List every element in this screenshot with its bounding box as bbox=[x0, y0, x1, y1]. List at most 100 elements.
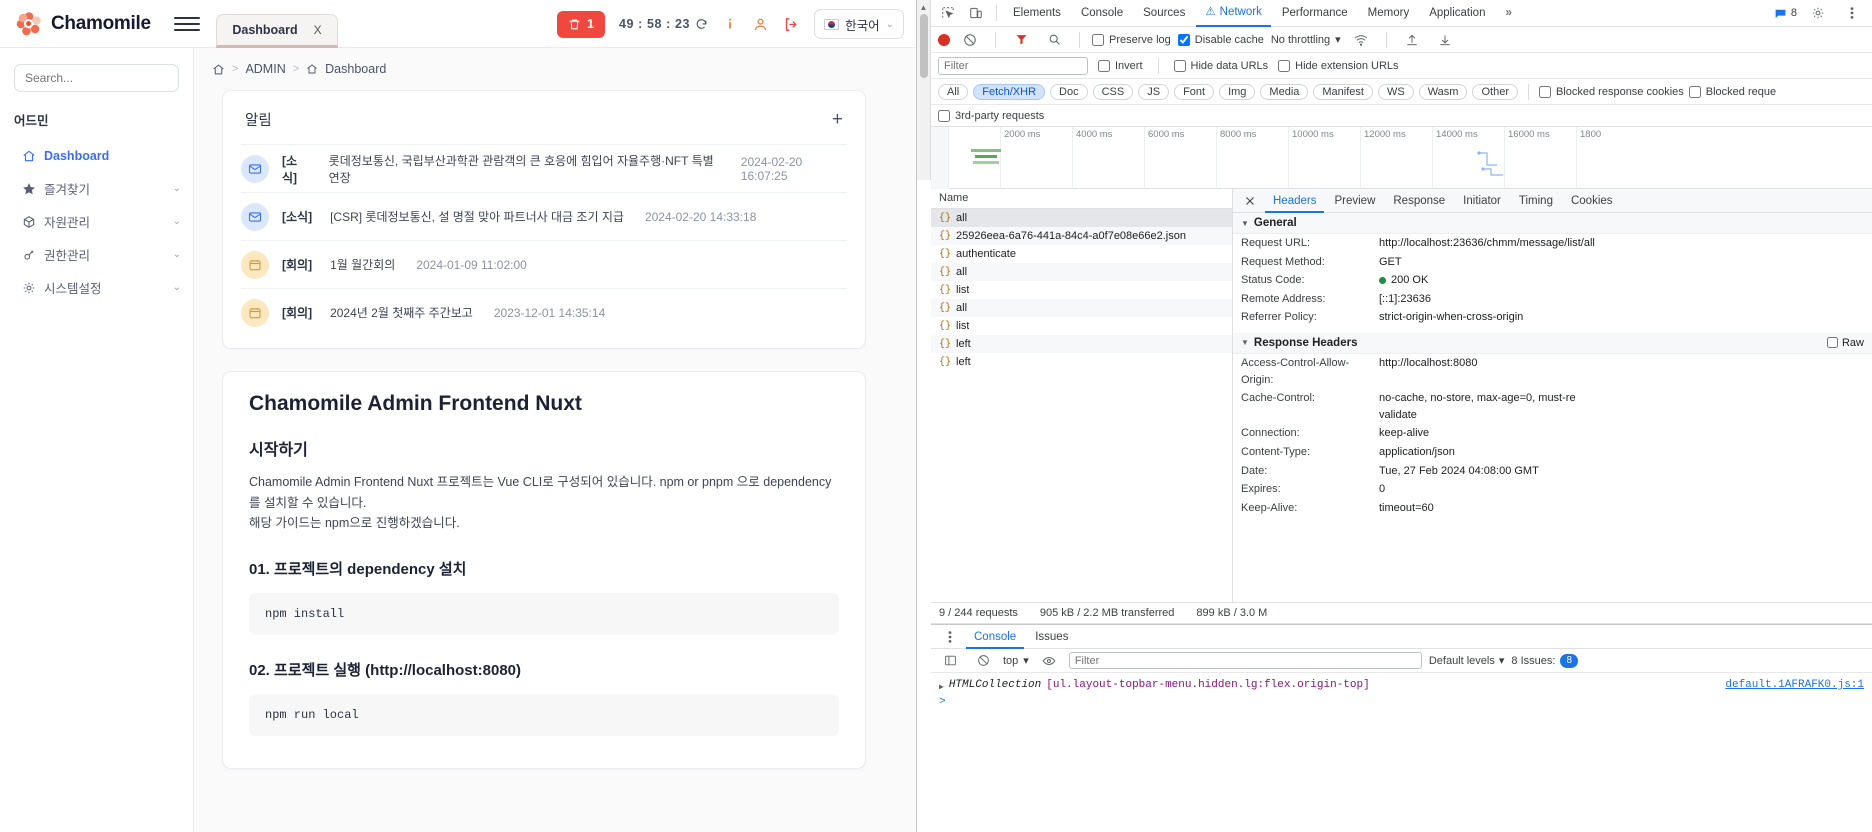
raw-input[interactable] bbox=[1826, 337, 1838, 349]
detail-tab-timing[interactable]: Timing bbox=[1511, 189, 1561, 213]
settings-gear-icon[interactable] bbox=[1805, 1, 1831, 25]
raw-toggle[interactable]: Raw bbox=[1826, 337, 1864, 349]
invert-input[interactable] bbox=[1098, 59, 1110, 72]
close-icon[interactable] bbox=[1237, 189, 1263, 213]
preserve-log-checkbox[interactable]: Preserve log bbox=[1092, 33, 1171, 46]
export-har-icon[interactable] bbox=[1432, 28, 1458, 52]
detail-tab-headers[interactable]: Headers bbox=[1265, 189, 1325, 213]
sidebar-item-permissions[interactable]: 권한관리 ⌄ bbox=[0, 238, 193, 271]
sidebar-item-dashboard[interactable]: Dashboard bbox=[0, 139, 193, 172]
info-button[interactable] bbox=[722, 16, 738, 32]
console-log-entry[interactable]: ▶ HTMLCollection [ul.layout-topbar-menu.… bbox=[931, 677, 1872, 694]
requests-column-header[interactable]: Name bbox=[931, 189, 1232, 209]
network-timeline[interactable]: 2000 ms 4000 ms 6000 ms 8000 ms 10000 ms… bbox=[931, 127, 1872, 189]
table-row[interactable]: {} left bbox=[931, 335, 1232, 353]
third-party-input[interactable] bbox=[938, 109, 950, 122]
type-filter-css[interactable]: CSS bbox=[1092, 83, 1134, 100]
close-icon[interactable]: X bbox=[314, 23, 322, 37]
console-context-select[interactable]: top ▾ bbox=[1003, 654, 1029, 668]
tab-sources[interactable]: Sources bbox=[1134, 0, 1194, 27]
network-conditions-icon[interactable] bbox=[1348, 28, 1374, 52]
clear-button[interactable] bbox=[957, 28, 983, 52]
issues-chip[interactable]: 8 Issues: 8 bbox=[1511, 653, 1578, 668]
devtools-menu-icon[interactable] bbox=[1839, 1, 1865, 25]
page-scrollbar[interactable]: ▲ bbox=[917, 0, 931, 180]
table-row[interactable]: {} left bbox=[931, 353, 1232, 371]
tab-dashboard[interactable]: Dashboard X bbox=[216, 13, 338, 48]
list-item[interactable]: [회의] 1월 월간회의 2024-01-09 11:02:00 bbox=[241, 240, 847, 288]
scroll-up-icon[interactable]: ▲ bbox=[917, 0, 930, 12]
detail-tab-initiator[interactable]: Initiator bbox=[1455, 189, 1509, 213]
table-row[interactable]: {} all bbox=[931, 209, 1232, 227]
tab-performance[interactable]: Performance bbox=[1273, 0, 1357, 27]
clear-console-icon[interactable] bbox=[970, 649, 996, 673]
device-toolbar-icon[interactable] bbox=[963, 1, 989, 25]
inspect-element-icon[interactable] bbox=[935, 1, 961, 25]
search-icon[interactable] bbox=[1041, 28, 1067, 52]
sidebar-item-favorites[interactable]: 즐겨찾기 ⌄ bbox=[0, 172, 193, 205]
type-filter-ws[interactable]: WS bbox=[1377, 83, 1414, 100]
disable-cache-checkbox[interactable]: Disable cache bbox=[1177, 33, 1264, 46]
drawer-tab-console[interactable]: Console bbox=[966, 625, 1025, 649]
console-levels-select[interactable]: Default levels ▾ bbox=[1429, 654, 1505, 668]
tab-network[interactable]: ⚠ Network bbox=[1196, 0, 1271, 27]
hide-data-urls-input[interactable] bbox=[1173, 59, 1186, 72]
console-sidebar-icon[interactable] bbox=[937, 649, 963, 673]
hide-extension-urls-checkbox[interactable]: Hide extension URLs bbox=[1278, 59, 1399, 72]
type-filter-all[interactable]: All bbox=[938, 83, 969, 100]
logout-button[interactable] bbox=[783, 16, 800, 33]
preserve-log-input[interactable] bbox=[1092, 33, 1104, 46]
table-row[interactable]: {} all bbox=[931, 263, 1232, 281]
type-filter-fetch-xhr[interactable]: Fetch/XHR bbox=[973, 83, 1046, 100]
expand-arrow-icon[interactable]: ▶ bbox=[939, 679, 944, 692]
disable-cache-input[interactable] bbox=[1177, 33, 1190, 46]
type-filter-manifest[interactable]: Manifest bbox=[1313, 83, 1373, 100]
list-item[interactable]: [회의] 2024년 2월 첫째주 주간보고 2023-12-01 14:35:… bbox=[241, 288, 847, 336]
eye-icon[interactable] bbox=[1036, 649, 1062, 673]
tab-application[interactable]: Application bbox=[1420, 0, 1494, 27]
messages-badge[interactable]: 8 bbox=[1774, 7, 1797, 20]
more-tabs-icon[interactable]: » bbox=[1496, 0, 1520, 27]
table-row[interactable]: {} authenticate bbox=[931, 245, 1232, 263]
third-party-checkbox[interactable]: 3rd-party requests bbox=[938, 109, 1044, 122]
network-filter-input[interactable] bbox=[938, 56, 1088, 75]
hide-data-urls-checkbox[interactable]: Hide data URLs bbox=[1173, 59, 1268, 72]
language-select[interactable]: 한국어 ⌄ bbox=[814, 9, 904, 39]
import-har-icon[interactable] bbox=[1399, 28, 1425, 52]
search-input[interactable] bbox=[14, 64, 179, 92]
drawer-menu-icon[interactable] bbox=[937, 625, 963, 649]
add-notice-button[interactable]: + bbox=[832, 110, 843, 129]
type-filter-wasm[interactable]: Wasm bbox=[1418, 83, 1468, 100]
tab-elements[interactable]: Elements bbox=[1004, 0, 1070, 27]
general-section-header[interactable]: ▼ General bbox=[1233, 213, 1872, 234]
detail-tab-cookies[interactable]: Cookies bbox=[1563, 189, 1621, 213]
detail-tab-preview[interactable]: Preview bbox=[1326, 189, 1383, 213]
console-filter-input[interactable] bbox=[1068, 652, 1422, 669]
type-filter-doc[interactable]: Doc bbox=[1050, 83, 1088, 100]
record-button[interactable] bbox=[938, 33, 950, 46]
blocked-response-cookies-input[interactable] bbox=[1538, 85, 1551, 98]
tab-console[interactable]: Console bbox=[1072, 0, 1132, 27]
blocked-requests-input[interactable] bbox=[1688, 85, 1701, 98]
trash-button[interactable]: 1 bbox=[557, 10, 605, 38]
menu-toggle-icon[interactable] bbox=[174, 16, 200, 31]
tab-memory[interactable]: Memory bbox=[1359, 0, 1419, 27]
throttling-select[interactable]: No throttling ▾ bbox=[1271, 33, 1341, 47]
type-filter-other[interactable]: Other bbox=[1472, 83, 1518, 100]
filter-icon[interactable] bbox=[1008, 28, 1034, 52]
response-headers-section-header[interactable]: ▼ Response Headers Raw bbox=[1233, 332, 1872, 354]
detail-tab-response[interactable]: Response bbox=[1385, 189, 1453, 213]
blocked-response-cookies-checkbox[interactable]: Blocked response cookies bbox=[1538, 85, 1684, 98]
console-log-source[interactable]: default.1AFRAFK0.js:1 bbox=[1725, 679, 1864, 691]
breadcrumb-admin[interactable]: ADMIN bbox=[245, 62, 285, 76]
user-button[interactable] bbox=[752, 16, 769, 33]
list-item[interactable]: [소식] [CSR] 롯데정보통신, 설 명절 맞아 파트너사 대금 조기 지급… bbox=[241, 192, 847, 240]
hide-extension-urls-input[interactable] bbox=[1278, 59, 1291, 72]
sidebar-item-system-settings[interactable]: 시스템설정 ⌄ bbox=[0, 271, 193, 304]
console-prompt[interactable]: > bbox=[931, 694, 1872, 710]
sidebar-item-resources[interactable]: 자원관리 ⌄ bbox=[0, 205, 193, 238]
type-filter-js[interactable]: JS bbox=[1138, 83, 1170, 100]
list-item[interactable]: [소식] 롯데정보통신, 국립부산과학관 관람객의 큰 호응에 힘입어 자율주행… bbox=[241, 144, 847, 192]
blocked-requests-checkbox[interactable]: Blocked reque bbox=[1688, 85, 1776, 98]
type-filter-font[interactable]: Font bbox=[1174, 83, 1215, 100]
